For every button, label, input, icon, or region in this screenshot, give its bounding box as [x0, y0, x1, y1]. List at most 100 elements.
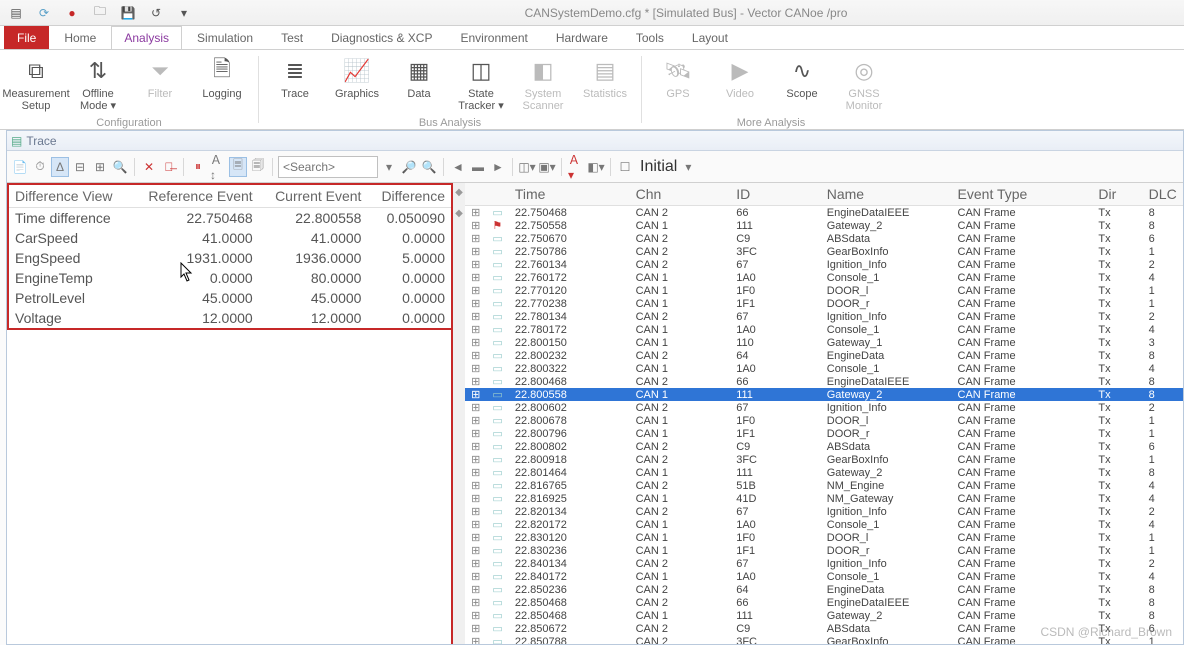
diff-column-header[interactable]: Current Event: [259, 185, 368, 208]
table-row[interactable]: ⊞▭22.816765CAN 251BNM_EngineCAN FrameTx4: [465, 479, 1183, 492]
diff-column-header[interactable]: Difference: [367, 185, 451, 208]
expand-icon[interactable]: ⊞: [465, 232, 486, 245]
table-row[interactable]: ⊞▭22.750670CAN 2C9ABSdataCAN FrameTx6: [465, 232, 1183, 245]
trace-titlebar[interactable]: ▤ Trace: [7, 131, 1183, 151]
table-row[interactable]: ⊞▭22.800802CAN 2C9ABSdataCAN FrameTx6: [465, 440, 1183, 453]
table-row[interactable]: ⊞▭22.800232CAN 264EngineDataCAN FrameTx8: [465, 349, 1183, 362]
tab-simulation[interactable]: Simulation: [184, 26, 266, 49]
expand-icon[interactable]: ⊞: [465, 466, 486, 479]
expand-icon[interactable]: ⊞: [465, 219, 486, 232]
table-row[interactable]: ⊞⚑22.750558CAN 1111Gateway_2CAN FrameTx8: [465, 219, 1183, 232]
expand-icon[interactable]: ⊞: [465, 635, 486, 644]
diff-column-header[interactable]: Reference Event: [130, 185, 259, 208]
expand-icon[interactable]: ⊞: [465, 271, 486, 284]
diff-row[interactable]: CarSpeed41.000041.00000.0000: [9, 228, 451, 248]
tb-strike-icon[interactable]: Ａ̶: [160, 157, 178, 177]
tb-nav-bar-icon[interactable]: ▬: [469, 157, 487, 177]
tb-search-prev-icon[interactable]: 🔍: [420, 157, 438, 177]
expand-icon[interactable]: ⊞: [465, 284, 486, 297]
qat-record-icon[interactable]: ●: [62, 3, 82, 23]
expand-icon[interactable]: ⊞: [465, 206, 486, 220]
expand-icon[interactable]: ⊞: [465, 427, 486, 440]
expand-icon[interactable]: ⊞: [465, 479, 486, 492]
trace-column-header[interactable]: ID: [730, 183, 821, 206]
table-row[interactable]: ⊞▭22.850468CAN 266EngineDataIEEECAN Fram…: [465, 596, 1183, 609]
expand-icon[interactable]: ⊞: [465, 349, 486, 362]
tab-diag[interactable]: Diagnostics & XCP: [318, 26, 445, 49]
diff-row[interactable]: EngineTemp0.000080.00000.0000: [9, 268, 451, 288]
trace-column-header[interactable]: Name: [821, 183, 952, 206]
table-row[interactable]: ⊞▭22.800602CAN 267Ignition_InfoCAN Frame…: [465, 401, 1183, 414]
ribbon-offline-mode[interactable]: ⇅OfflineMode ▾: [68, 54, 128, 114]
tb-delete-icon[interactable]: ✕: [140, 157, 158, 177]
trace-column-header[interactable]: DLC: [1143, 183, 1183, 206]
expand-icon[interactable]: ⊞: [465, 583, 486, 596]
table-row[interactable]: ⊞▭22.770120CAN 11F0DOOR_lCAN FrameTx1: [465, 284, 1183, 297]
table-row[interactable]: ⊞▭22.840172CAN 11A0Console_1CAN FrameTx4: [465, 570, 1183, 583]
table-row[interactable]: ⊞▭22.800918CAN 23FCGearBoxInfoCAN FrameT…: [465, 453, 1183, 466]
search-input[interactable]: [278, 156, 378, 178]
qat-save-icon[interactable]: 💾: [118, 3, 138, 23]
expand-icon[interactable]: ⊞: [465, 557, 486, 570]
expand-icon[interactable]: ⊞: [465, 375, 486, 388]
expand-icon[interactable]: ⊞: [465, 453, 486, 466]
qat-more-icon[interactable]: ▾: [174, 3, 194, 23]
ribbon-logging[interactable]: 🗎Logging: [192, 54, 252, 114]
expand-icon[interactable]: ⊞: [465, 570, 486, 583]
table-row[interactable]: ⊞▭22.800558CAN 1111Gateway_2CAN FrameTx8: [465, 388, 1183, 401]
tb-font-size-icon[interactable]: Ａ↕: [209, 157, 227, 177]
app-menu-icon[interactable]: ▤: [6, 3, 26, 23]
diff-row[interactable]: Time difference22.75046822.8005580.05009…: [9, 208, 451, 229]
table-row[interactable]: ⊞▭22.801464CAN 1111Gateway_2CAN FrameTx8: [465, 466, 1183, 479]
table-row[interactable]: ⊞▭22.800468CAN 266EngineDataIEEECAN Fram…: [465, 375, 1183, 388]
tb-layout-icon[interactable]: ▣▾: [538, 157, 556, 177]
expand-icon[interactable]: ⊞: [465, 622, 486, 635]
tb-nav-prev-icon[interactable]: ◄: [449, 157, 467, 177]
trace-column-header[interactable]: Time: [509, 183, 630, 206]
tb-export-icon[interactable]: 📄: [11, 157, 29, 177]
tb-marker1-icon[interactable]: 🗏: [229, 157, 247, 177]
tab-home[interactable]: Home: [51, 26, 109, 49]
expand-icon[interactable]: ⊞: [465, 388, 486, 401]
expand-icon[interactable]: ⊞: [465, 531, 486, 544]
table-row[interactable]: ⊞▭22.770238CAN 11F1DOOR_rCAN FrameTx1: [465, 297, 1183, 310]
tb-initial-dropdown-icon[interactable]: ▾: [679, 157, 697, 177]
tb-pause-icon[interactable]: ⏸: [189, 157, 207, 177]
diff-row[interactable]: PetrolLevel45.000045.00000.0000: [9, 288, 451, 308]
tab-analysis[interactable]: Analysis: [111, 26, 182, 49]
tb-window-icon[interactable]: ◫▾: [518, 157, 536, 177]
tb-time-icon[interactable]: ⏱: [31, 157, 49, 177]
table-row[interactable]: ⊞▭22.830120CAN 11F0DOOR_lCAN FrameTx1: [465, 531, 1183, 544]
tb-find-icon[interactable]: 🔍: [111, 157, 129, 177]
table-row[interactable]: ⊞▭22.750786CAN 23FCGearBoxInfoCAN FrameT…: [465, 245, 1183, 258]
table-row[interactable]: ⊞▭22.816925CAN 141DNM_GatewayCAN FrameTx…: [465, 492, 1183, 505]
expand-icon[interactable]: ⊞: [465, 414, 486, 427]
expand-icon[interactable]: ⊞: [465, 609, 486, 622]
diff-column-header[interactable]: Difference View: [9, 185, 130, 208]
expand-icon[interactable]: ⊞: [465, 258, 486, 271]
table-row[interactable]: ⊞▭22.800150CAN 1110Gateway_1CAN FrameTx3: [465, 336, 1183, 349]
table-row[interactable]: ⊞▭22.850468CAN 1111Gateway_2CAN FrameTx8: [465, 609, 1183, 622]
table-row[interactable]: ⊞▭22.830236CAN 11F1DOOR_rCAN FrameTx1: [465, 544, 1183, 557]
expand-icon[interactable]: ⊞: [465, 323, 486, 336]
expand-icon[interactable]: ⊞: [465, 505, 486, 518]
expand-icon[interactable]: ⊞: [465, 401, 486, 414]
expand-icon[interactable]: ⊞: [465, 336, 486, 349]
table-row[interactable]: ⊞▭22.840134CAN 267Ignition_InfoCAN Frame…: [465, 557, 1183, 570]
table-row[interactable]: ⊞▭22.750468CAN 266EngineDataIEEECAN Fram…: [465, 206, 1183, 220]
tab-hardware[interactable]: Hardware: [543, 26, 621, 49]
tb-color-icon[interactable]: ◧▾: [587, 157, 605, 177]
diff-row[interactable]: EngSpeed1931.00001936.00005.0000: [9, 248, 451, 268]
tb-collapse-icon[interactable]: ⊟: [71, 157, 89, 177]
trace-list-pane[interactable]: TimeChnIDNameEvent TypeDirDLC ⊞▭22.75046…: [465, 183, 1183, 644]
table-row[interactable]: ⊞▭22.820172CAN 11A0Console_1CAN FrameTx4: [465, 518, 1183, 531]
tab-tools[interactable]: Tools: [623, 26, 677, 49]
tab-environment[interactable]: Environment: [447, 26, 540, 49]
expand-icon[interactable]: ⊞: [465, 297, 486, 310]
expand-icon[interactable]: ⊞: [465, 596, 486, 609]
ribbon-measurement-setup[interactable]: ⧉MeasurementSetup: [6, 54, 66, 114]
tb-diff-icon[interactable]: Δ: [51, 157, 69, 177]
splitter[interactable]: ◆ ◆: [453, 183, 465, 644]
expand-icon[interactable]: ⊞: [465, 362, 486, 375]
trace-column-header[interactable]: Event Type: [952, 183, 1093, 206]
